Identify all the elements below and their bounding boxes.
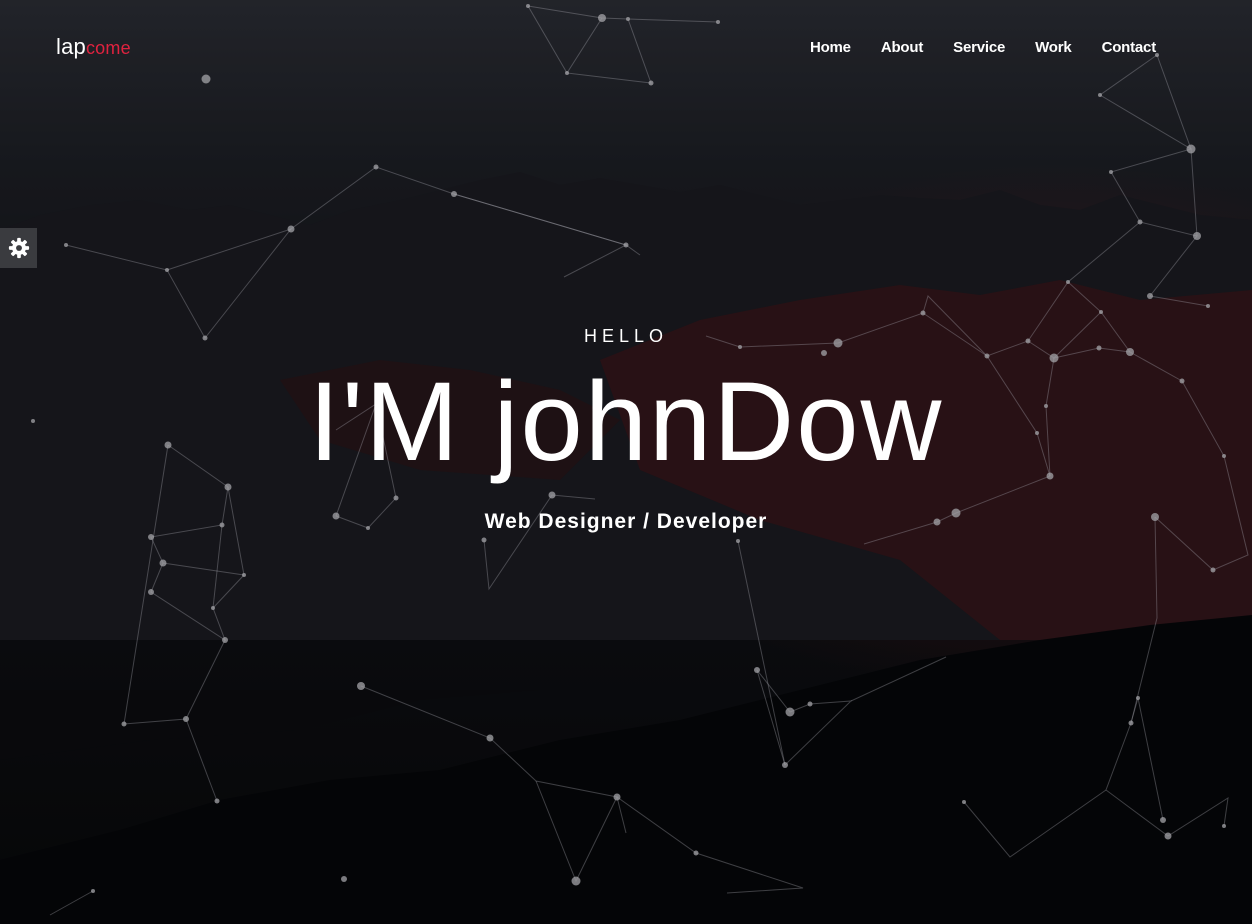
nav-link-about[interactable]: About — [881, 39, 924, 56]
hero-subtitle: Web Designer / Developer — [484, 510, 768, 533]
gear-icon — [8, 237, 29, 259]
nav-link-work[interactable]: Work — [1035, 39, 1072, 56]
main-nav: Home About Service Work Contact — [810, 39, 1156, 56]
logo-text: lap — [56, 34, 86, 59]
hero-greeting: HELLO — [583, 326, 669, 346]
nav-link-home[interactable]: Home — [810, 39, 851, 56]
logo-accent-text: come — [85, 38, 131, 58]
site-logo[interactable]: lapcome — [56, 34, 131, 60]
nav-link-contact[interactable]: Contact — [1102, 39, 1157, 56]
nav-link-service[interactable]: Service — [953, 39, 1005, 56]
hero-title: I'M johnDow — [308, 359, 944, 484]
settings-toggle-button[interactable] — [0, 228, 37, 268]
